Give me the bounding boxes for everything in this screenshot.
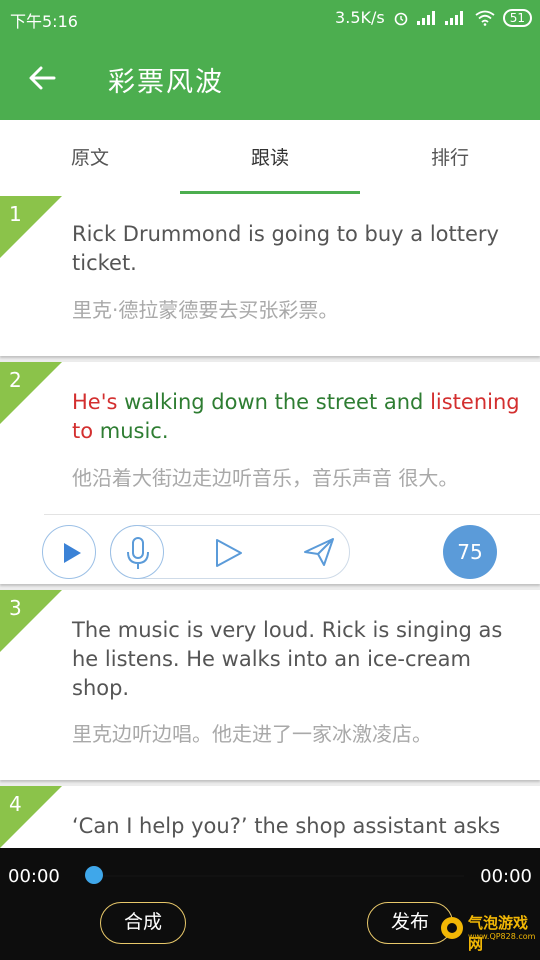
play-original-button[interactable] [42, 525, 96, 579]
sentence-number-badge [0, 786, 62, 848]
signal-hd-icon [444, 10, 463, 25]
app-bar: 彩票风波 [0, 36, 540, 120]
sentence-english: The music is very loud. Rick is singing … [72, 618, 503, 700]
status-time: 下午5:16 [10, 12, 78, 31]
tab-original[interactable]: 原文 [0, 120, 180, 196]
word-score-bad: He's [72, 390, 125, 414]
alarm-icon [394, 12, 408, 25]
send-icon[interactable] [302, 536, 336, 568]
play-icon [64, 543, 81, 563]
watermark-logo: 气泡游戏网 www.QP828.com [438, 904, 538, 954]
progress-thumb[interactable] [85, 866, 103, 884]
sentence-chinese: 他沿着大街边走边听音乐，音乐声音 很大。 [72, 466, 459, 490]
word-score-good: music. [99, 419, 169, 443]
back-arrow-icon[interactable] [26, 62, 58, 94]
sentence-number-badge [0, 590, 62, 652]
battery-indicator: 51 [502, 8, 532, 27]
sentence-number-badge [0, 362, 62, 424]
microphone-icon [127, 537, 149, 569]
status-bar: 下午5:16 3.5K/s 51 [0, 0, 540, 36]
tab-indicator [180, 191, 360, 194]
score-badge: 75 [443, 525, 497, 579]
tab-follow-read[interactable]: 跟读 [180, 120, 360, 196]
sentence-chinese: 里克边听边唱。他走进了一家冰激凌店。 [72, 722, 432, 746]
sentence-english: Rick Drummond is going to buy a lottery … [72, 222, 499, 275]
record-button[interactable] [110, 525, 164, 579]
sentence-number-badge [0, 196, 62, 258]
play-recording-icon[interactable] [211, 538, 247, 568]
status-icons: 3.5K/s 51 [335, 8, 532, 27]
sentence-english-scored: He's walking down the street and listeni… [72, 388, 522, 446]
page-title: 彩票风波 [108, 67, 224, 98]
current-time: 00:00 [8, 866, 60, 887]
watermark-icon [441, 917, 463, 939]
compose-button[interactable]: 合成 [100, 902, 186, 944]
tab-bar: 原文 跟读 排行 [0, 120, 540, 196]
network-speed: 3.5K/s [335, 8, 385, 27]
sentence-card-2[interactable]: 2 He's walking down the street and liste… [0, 362, 540, 584]
sentence-card-1[interactable]: 1 Rick Drummond is going to buy a lotter… [0, 196, 540, 356]
wifi-icon [475, 10, 495, 26]
total-time: 00:00 [480, 866, 532, 887]
progress-track[interactable] [92, 875, 464, 877]
sentence-chinese: 里克·德拉蒙德要去买张彩票。 [72, 298, 339, 322]
word-score-bad: to [72, 419, 100, 443]
word-score-good: walking down the street and [124, 390, 431, 414]
word-score-bad: listening [430, 390, 520, 414]
tab-ranking[interactable]: 排行 [360, 120, 540, 196]
watermark-url: www.QP828.com [468, 932, 536, 941]
signal-icon [416, 10, 435, 25]
controls-divider [44, 514, 540, 515]
sentence-card-3[interactable]: 3 The music is very loud. Rick is singin… [0, 590, 540, 780]
sentence-english: ‘Can I help you?’ the shop assistant ask… [72, 814, 501, 838]
